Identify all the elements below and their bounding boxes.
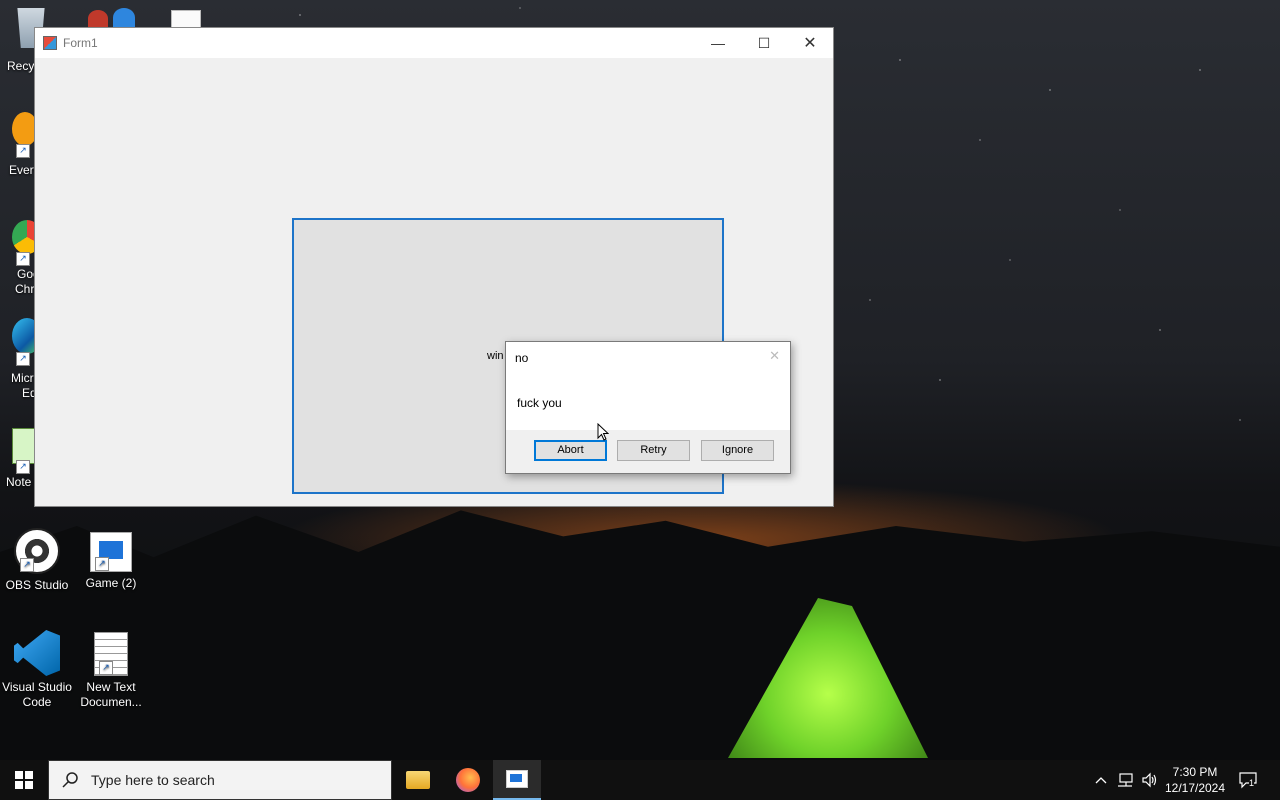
dialog-message: fuck you	[517, 396, 562, 410]
desktop-icon-label: Game (2)	[85, 576, 137, 590]
shortcut-arrow-icon: ↗	[16, 352, 30, 366]
app-icon	[43, 36, 57, 50]
notification-center-button[interactable]: 1	[1238, 760, 1258, 800]
shortcut-arrow-icon: ↗	[16, 460, 30, 474]
form-app-icon	[506, 770, 528, 788]
desktop-icon-obs[interactable]: ↗ OBS Studio	[0, 528, 74, 593]
taskbar-firefox[interactable]	[444, 760, 492, 800]
taskbar: Type here to search 7:30 PM 12/17/2024 1	[0, 760, 1280, 800]
window-title: Form1	[63, 36, 98, 50]
file-icon	[171, 10, 201, 27]
desktop-icon-vscode[interactable]: Visual Studio Code	[0, 630, 74, 710]
title-bar[interactable]: Form1 — ☐ ✕	[35, 28, 833, 58]
maximize-button[interactable]: ☐	[741, 28, 787, 58]
show-hidden-icons-button[interactable]	[1094, 760, 1108, 800]
game-window-icon: ↗	[90, 532, 132, 572]
minimize-button[interactable]: —	[695, 28, 741, 58]
poker-chips-icon	[88, 10, 108, 27]
abort-button[interactable]: Abort	[534, 440, 607, 461]
shortcut-arrow-icon: ↗	[16, 252, 30, 266]
desktop-icon-game[interactable]	[113, 8, 137, 27]
message-box-dialog[interactable]: no ✕ fuck you Abort Retry Ignore	[505, 341, 791, 474]
retry-button[interactable]: Retry	[617, 440, 690, 461]
start-button[interactable]	[0, 760, 48, 800]
notification-icon	[1239, 772, 1257, 789]
taskbar-clock[interactable]: 7:30 PM 12/17/2024	[1160, 764, 1230, 796]
taskbar-search-box[interactable]: Type here to search	[48, 760, 392, 800]
shortcut-arrow-icon: ↗	[16, 144, 30, 158]
taskbar-form1-app[interactable]	[493, 760, 541, 800]
ignore-button[interactable]: Ignore	[701, 440, 774, 461]
obs-studio-icon: ↗	[14, 528, 60, 574]
game-icon	[113, 8, 135, 27]
desktop-icon-game-2[interactable]: ↗ Game (2)	[74, 532, 148, 591]
shortcut-arrow-icon: ↗	[99, 661, 113, 675]
panel-label: win	[487, 350, 504, 362]
desktop-icon-label: Visual Studio Code	[2, 680, 72, 709]
text-document-icon: ↗	[94, 632, 128, 676]
dialog-button-bar: Abort Retry Ignore	[506, 430, 790, 473]
desktop-icon-label: OBS Studio	[5, 578, 69, 592]
shortcut-arrow-icon: ↗	[95, 557, 109, 571]
chevron-up-icon	[1095, 777, 1107, 784]
desktop-icon-label: New Text Documen...	[80, 680, 142, 709]
clock-date: 12/17/2024	[1164, 781, 1226, 795]
windows-logo-icon	[15, 771, 33, 789]
volume-icon	[1142, 772, 1157, 788]
search-placeholder: Type here to search	[91, 772, 215, 788]
desktop-icon-label: Note	[6, 475, 32, 489]
firefox-icon	[456, 768, 480, 792]
network-icon	[1118, 773, 1133, 787]
vscode-icon	[14, 630, 60, 676]
dialog-close-button[interactable]: ✕	[769, 348, 780, 364]
dialog-title: no	[515, 351, 529, 365]
desktop-icon-new-text-document[interactable]: ↗ New Text Documen...	[74, 632, 148, 710]
clock-time: 7:30 PM	[1172, 765, 1218, 779]
desktop-icon-file[interactable]	[171, 10, 203, 27]
close-button[interactable]: ✕	[787, 28, 833, 58]
mouse-cursor-icon	[597, 423, 609, 441]
desktop-icon-poker[interactable]	[88, 10, 110, 27]
network-tray-button[interactable]	[1116, 760, 1134, 800]
taskbar-file-explorer[interactable]	[394, 760, 442, 800]
folder-icon	[406, 771, 430, 789]
notification-count-badge: 1	[1249, 778, 1255, 788]
desktop-icon-label: Chr	[15, 282, 35, 296]
search-icon	[62, 772, 78, 788]
shortcut-arrow-icon: ↗	[20, 558, 34, 572]
volume-tray-button[interactable]	[1141, 760, 1159, 800]
desktop-icon-label: Micr	[11, 371, 34, 385]
